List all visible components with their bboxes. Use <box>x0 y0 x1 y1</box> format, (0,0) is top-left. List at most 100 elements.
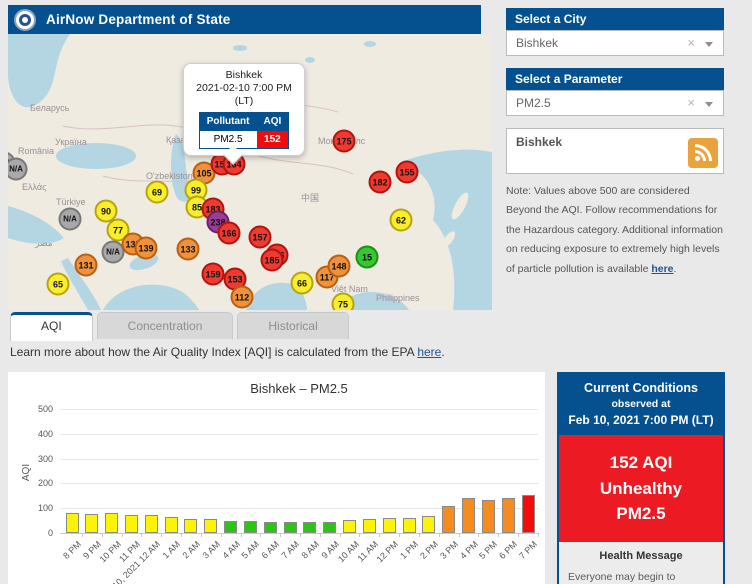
chart-bar[interactable] <box>343 520 356 533</box>
city-caret-down-icon[interactable] <box>705 42 713 47</box>
x-tick-mark <box>320 533 321 537</box>
chart-bar[interactable] <box>522 495 535 533</box>
chart-bar[interactable] <box>284 522 297 533</box>
tab-historical[interactable]: Historical <box>237 312 348 339</box>
popup-table: Pollutant AQI PM2.5 152 <box>199 112 290 149</box>
aqi-marker[interactable]: 69 <box>146 181 169 204</box>
chart-gridline <box>60 483 538 484</box>
chart-bar[interactable] <box>264 522 277 533</box>
map-popup: Bishkek 2021-02-10 7:00 PM (LT) Pollutan… <box>183 63 305 156</box>
city-select[interactable]: Bishkek × <box>506 30 724 56</box>
popup-datetime: 2021-02-10 7:00 PM <box>188 82 300 95</box>
aqi-marker[interactable]: 15 <box>356 246 379 269</box>
aqi-marker[interactable]: 148 <box>328 255 351 278</box>
x-tick-label: 6 AM <box>260 539 282 561</box>
aqi-marker[interactable]: 182 <box>369 171 392 194</box>
aqi-marker[interactable]: 75 <box>332 293 355 311</box>
map-place-label: Philippines <box>376 293 420 303</box>
x-tick-mark <box>221 533 222 537</box>
airnow-dashboard: AirNow Department of State <box>0 0 752 584</box>
x-tick-mark <box>201 533 202 537</box>
aqi-marker[interactable]: 62 <box>390 209 413 232</box>
x-tick-label: 1 AM <box>161 539 183 561</box>
chart-bar[interactable] <box>482 500 495 533</box>
y-tick-label: 200 <box>23 478 53 488</box>
aqi-marker[interactable]: 66 <box>291 272 314 295</box>
aqi-marker[interactable]: 159 <box>202 263 225 286</box>
city-clear-icon[interactable]: × <box>687 31 695 55</box>
aqi-map[interactable]: БеларусьУкраїнаRomâniaΕλλάςTürkiyeҚазақс… <box>8 34 492 310</box>
chart-bar[interactable] <box>363 519 376 533</box>
aqi-chart-panel: Bishkek – PM2.5 AQI 01002003004005008 PM… <box>8 372 545 584</box>
view-tabs: AQI Concentration Historical <box>10 312 349 341</box>
y-tick-label: 100 <box>23 503 53 513</box>
popup-pollutant-value: PM2.5 <box>199 131 256 149</box>
y-tick-label: 400 <box>23 429 53 439</box>
x-tick-label: 5 AM <box>240 539 262 561</box>
rss-feed-icon[interactable] <box>688 138 718 168</box>
x-tick-mark <box>102 533 103 537</box>
chart-bar[interactable] <box>442 506 455 533</box>
parameter-select[interactable]: PM2.5 × <box>506 90 724 116</box>
chart-bar[interactable] <box>145 515 158 533</box>
note-here-link[interactable]: here <box>651 263 673 275</box>
x-tick-mark <box>518 533 519 537</box>
chart-bar[interactable] <box>422 516 435 533</box>
y-tick-label: 0 <box>23 528 53 538</box>
note-before: Note: Values above 500 are considered Be… <box>506 185 723 275</box>
map-place-label: Việt Nam <box>331 284 368 294</box>
aqi-marker[interactable]: 131 <box>75 254 98 277</box>
x-tick-mark <box>459 533 460 537</box>
chart-bar[interactable] <box>502 498 515 533</box>
chart-bar[interactable] <box>403 518 416 533</box>
chart-bar[interactable] <box>184 519 197 533</box>
x-tick-mark <box>161 533 162 537</box>
x-tick-label: 1 PM <box>398 539 420 561</box>
chart-bar[interactable] <box>85 514 98 533</box>
conditions-datetime: Feb 10, 2021 7:00 PM (LT) <box>563 413 719 427</box>
app-title: AirNow Department of State <box>46 12 230 27</box>
aqi-marker[interactable]: 185 <box>261 249 284 272</box>
x-tick-mark <box>340 533 341 537</box>
chart-bar[interactable] <box>165 517 178 533</box>
map-place-label: Україна <box>55 137 87 147</box>
aqi-marker[interactable]: 112 <box>231 286 254 309</box>
aqi-marker[interactable]: 139 <box>135 237 158 260</box>
parameter-clear-icon[interactable]: × <box>687 91 695 115</box>
chart-bar[interactable] <box>323 522 336 533</box>
chart-bar[interactable] <box>224 521 237 533</box>
y-tick-label: 300 <box>23 454 53 464</box>
aqi-marker[interactable]: 175 <box>333 130 356 153</box>
aqi-marker[interactable]: 166 <box>218 222 241 245</box>
aqi-marker[interactable]: 155 <box>396 161 419 184</box>
x-tick-label: 10 PM <box>97 539 122 564</box>
map-place-label: Беларусь <box>30 103 69 113</box>
tab-aqi[interactable]: AQI <box>10 312 93 341</box>
aqi-marker[interactable]: 157 <box>249 226 272 249</box>
epa-learn-more-link[interactable]: here <box>417 345 441 359</box>
chart-bar[interactable] <box>204 519 217 533</box>
conditions-title: Current Conditions <box>563 381 719 395</box>
aqi-marker[interactable]: N/A <box>59 208 82 231</box>
conditions-aqi-pollutant: PM2.5 <box>563 501 719 527</box>
x-tick-label: 10 AM <box>336 539 361 564</box>
conditions-observed-at: observed at <box>563 398 719 410</box>
chart-bar[interactable] <box>383 518 396 533</box>
health-message-block: Health Message Everyone may begin to exp… <box>559 542 723 584</box>
aqi-marker[interactable]: 65 <box>47 273 70 296</box>
department-of-state-seal-icon <box>14 9 36 31</box>
chart-bar[interactable] <box>125 515 138 533</box>
chart-bar[interactable] <box>303 522 316 533</box>
chart-gridline <box>60 434 538 435</box>
learn-more-after: . <box>441 345 444 359</box>
tab-concentration[interactable]: Concentration <box>97 312 234 339</box>
x-tick-label: 5 PM <box>477 539 499 561</box>
map-place-label: 中国 <box>301 191 319 204</box>
aqi-marker[interactable]: 133 <box>177 238 200 261</box>
chart-bar[interactable] <box>244 521 257 533</box>
chart-bar[interactable] <box>66 513 79 533</box>
x-tick-mark <box>260 533 261 537</box>
chart-bar[interactable] <box>105 513 118 533</box>
chart-bar[interactable] <box>462 498 475 533</box>
parameter-caret-down-icon[interactable] <box>705 102 713 107</box>
